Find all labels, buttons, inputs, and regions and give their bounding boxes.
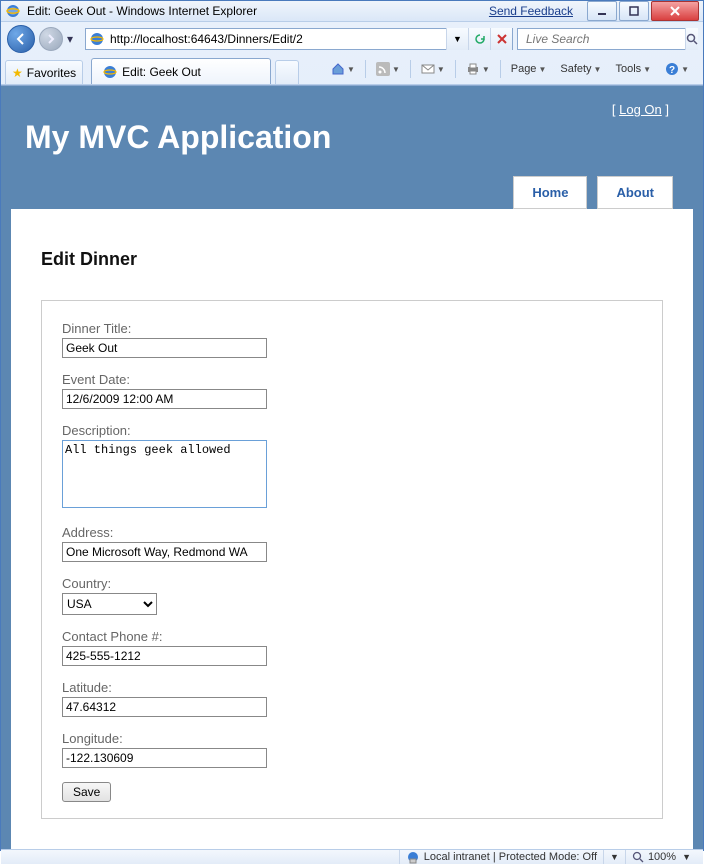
zoom-icon <box>632 851 644 863</box>
star-icon: ★ <box>12 66 23 80</box>
page-viewport[interactable]: [ Log On ] My MVC Application Home About… <box>1 86 703 849</box>
save-button[interactable]: Save <box>62 782 111 802</box>
label-contact-phone: Contact Phone #: <box>62 629 642 644</box>
nav-about[interactable]: About <box>597 176 673 209</box>
home-icon <box>331 62 345 76</box>
maximize-button[interactable] <box>619 1 649 21</box>
browser-window: Edit: Geek Out - Windows Internet Explor… <box>0 0 704 851</box>
input-latitude[interactable] <box>62 697 267 717</box>
send-feedback-link[interactable]: Send Feedback <box>489 4 573 18</box>
window-title: Edit: Geek Out - Windows Internet Explor… <box>27 4 489 18</box>
nav-history-dropdown[interactable]: ▾ <box>67 32 81 46</box>
app-title: My MVC Application <box>11 117 693 176</box>
logon-section: [ Log On ] <box>11 98 693 117</box>
safety-menu[interactable]: Safety ▼ <box>556 61 605 77</box>
input-address[interactable] <box>62 542 267 562</box>
help-icon: ? <box>665 62 679 76</box>
command-bar: ▼ ▼ ▼ ▼ Page ▼ Safety ▼ Tools ▼ ?▼ <box>327 54 699 84</box>
input-contact-phone[interactable] <box>62 646 267 666</box>
minimize-icon <box>597 6 607 16</box>
status-mode-toggle[interactable]: ▼ <box>603 850 625 864</box>
zone-icon <box>406 850 420 864</box>
titlebar: Edit: Geek Out - Windows Internet Explor… <box>1 1 703 22</box>
favorites-label: Favorites <box>27 66 76 80</box>
label-longitude: Longitude: <box>62 731 642 746</box>
search-button[interactable] <box>685 28 698 50</box>
magnifier-icon <box>686 33 698 45</box>
chevron-down-icon: ▼ <box>610 852 619 862</box>
refresh-button[interactable] <box>468 28 490 50</box>
label-country: Country: <box>62 576 642 591</box>
url-dropdown[interactable]: ▼ <box>446 28 468 50</box>
page-icon <box>89 31 105 47</box>
refresh-icon <box>474 33 486 45</box>
edit-form: Dinner Title: Event Date: Description: A… <box>41 300 663 819</box>
status-zoom[interactable]: 100% ▼ <box>625 850 697 864</box>
label-title: Dinner Title: <box>62 321 642 336</box>
chevron-down-icon: ▼ <box>453 34 462 44</box>
address-bar: ▼ <box>85 28 513 50</box>
arrow-left-icon <box>14 32 28 46</box>
label-address: Address: <box>62 525 642 540</box>
content-area: [ Log On ] My MVC Application Home About… <box>1 85 703 849</box>
label-event-date: Event Date: <box>62 372 642 387</box>
stop-button[interactable] <box>490 28 512 50</box>
nav-toolbar: ▾ ▼ <box>1 22 703 55</box>
label-latitude: Latitude: <box>62 680 642 695</box>
chevron-down-icon: ▼ <box>682 852 691 862</box>
ie-icon <box>5 3 21 19</box>
main-content: Edit Dinner Dinner Title: Event Date: <box>11 209 693 849</box>
minimize-button[interactable] <box>587 1 617 21</box>
mail-cmd[interactable]: ▼ <box>417 61 449 77</box>
input-longitude[interactable] <box>62 748 267 768</box>
site-nav: Home About <box>11 176 693 209</box>
tab-page-icon <box>102 64 118 80</box>
svg-text:?: ? <box>669 65 675 76</box>
input-event-date[interactable] <box>62 389 267 409</box>
print-icon <box>466 62 480 76</box>
tab-bar: ★ Favorites Edit: Geek Out ▼ ▼ ▼ ▼ Page … <box>1 55 703 85</box>
status-bar: Local intranet | Protected Mode: Off ▼ 1… <box>1 849 703 864</box>
browser-tab[interactable]: Edit: Geek Out <box>91 58 271 84</box>
close-icon <box>670 6 680 16</box>
new-tab-button[interactable] <box>275 60 299 84</box>
tools-menu[interactable]: Tools ▼ <box>611 61 655 77</box>
maximize-icon <box>629 6 639 16</box>
help-cmd[interactable]: ?▼ <box>661 60 693 78</box>
select-country[interactable]: USA <box>62 593 157 615</box>
stop-icon <box>497 34 507 44</box>
page-heading: Edit Dinner <box>41 249 663 270</box>
input-title[interactable] <box>62 338 267 358</box>
logon-link[interactable]: Log On <box>619 102 662 117</box>
nav-home[interactable]: Home <box>513 176 587 209</box>
input-description[interactable]: All things geek allowed <box>62 440 267 508</box>
print-cmd[interactable]: ▼ <box>462 60 494 78</box>
feeds-cmd[interactable]: ▼ <box>372 60 404 78</box>
back-button[interactable] <box>7 25 35 53</box>
close-button[interactable] <box>651 1 699 21</box>
favorites-button[interactable]: ★ Favorites <box>5 60 83 84</box>
home-cmd[interactable]: ▼ <box>327 60 359 78</box>
tab-title: Edit: Geek Out <box>122 65 201 79</box>
search-bar <box>517 28 697 50</box>
rss-icon <box>376 62 390 76</box>
page-menu[interactable]: Page ▼ <box>507 61 551 77</box>
mail-icon <box>421 63 435 75</box>
url-input[interactable] <box>108 29 446 49</box>
forward-button[interactable] <box>39 27 63 51</box>
label-description: Description: <box>62 423 642 438</box>
arrow-right-icon <box>45 33 57 45</box>
search-input[interactable] <box>524 31 685 47</box>
status-zone: Local intranet | Protected Mode: Off <box>399 850 603 864</box>
